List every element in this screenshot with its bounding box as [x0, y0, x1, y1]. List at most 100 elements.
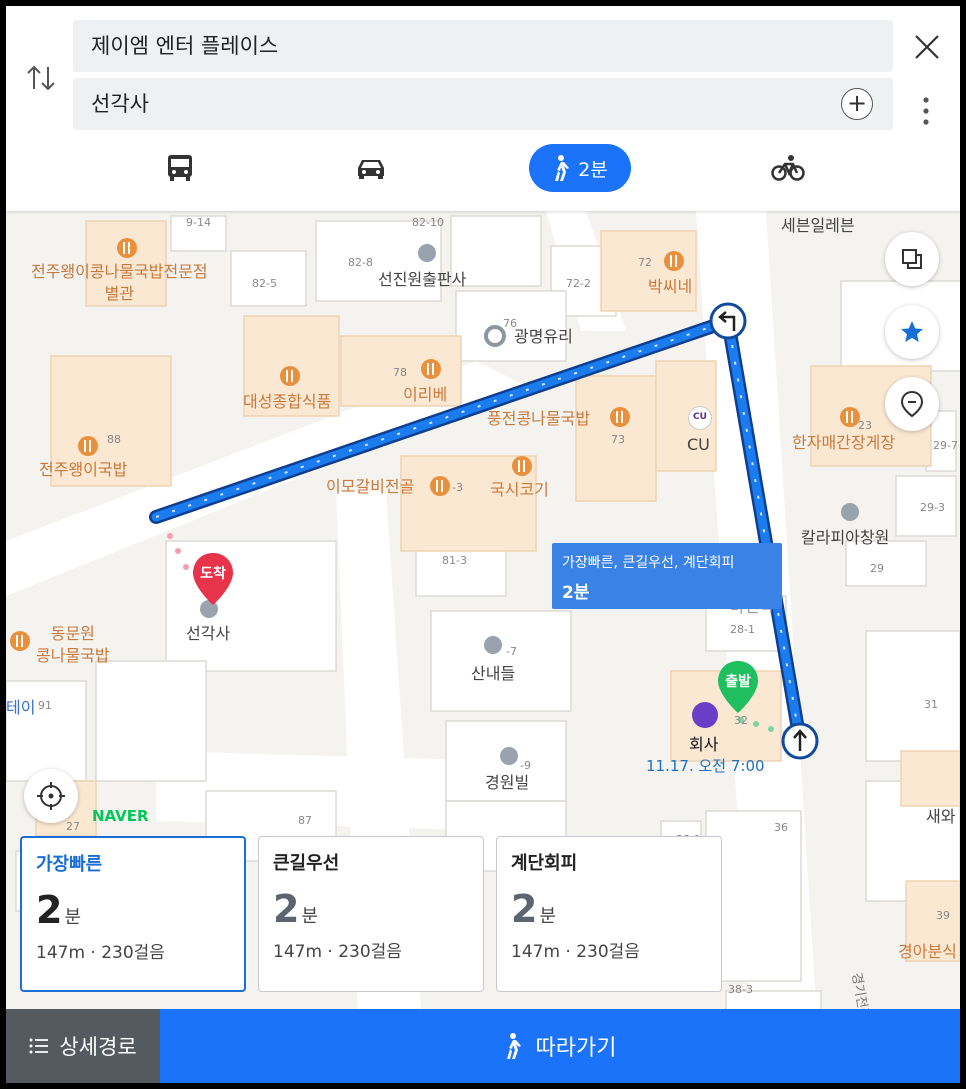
- building-number: 36: [774, 821, 788, 834]
- poi-label[interactable]: 전주왱이콩나물국밥전문점 별관: [31, 261, 208, 305]
- building-number: 28-1: [730, 623, 755, 636]
- route-distance: 147m · 230걸음: [511, 942, 640, 962]
- building-number: 29: [870, 562, 884, 575]
- building-icon: [841, 503, 859, 521]
- company-icon: [692, 702, 718, 728]
- my-location-button[interactable]: [24, 769, 78, 823]
- tooltip-duration: 2분: [562, 583, 590, 603]
- building-number: -7: [506, 645, 517, 658]
- bottom-action-bar: 상세경로 따라가기: [6, 1009, 960, 1083]
- tab-car[interactable]: [349, 144, 393, 192]
- car-icon: [358, 160, 384, 179]
- building-number: 72-2: [566, 277, 591, 290]
- destination-marker[interactable]: 도착: [191, 551, 235, 607]
- tab-bike[interactable]: [766, 144, 810, 192]
- restaurant-icon: [610, 407, 630, 427]
- route-duration: 2분: [273, 887, 319, 931]
- poi-label[interactable]: 테이: [6, 697, 35, 719]
- destination-field[interactable]: 선각사 +: [73, 78, 893, 130]
- depart-time-label: 11.17. 오전 7:00: [646, 757, 765, 775]
- poi-label[interactable]: 산내들: [471, 663, 515, 685]
- route-tooltip[interactable]: 가장빠른, 큰길우선, 계단회피 2분: [552, 543, 782, 609]
- poi-label[interactable]: 칼라피아창원: [801, 527, 889, 549]
- route-duration: 2분: [511, 887, 557, 931]
- poi-label[interactable]: 경아분식: [898, 941, 957, 963]
- layers-button[interactable]: [885, 232, 939, 286]
- poi-label[interactable]: 한자매간장게장: [792, 432, 895, 454]
- follow-route-button[interactable]: 따라가기: [160, 1009, 960, 1083]
- building-number: 38-3: [728, 983, 753, 996]
- bus-icon: [168, 155, 192, 181]
- poi-label[interactable]: 세븐일레븐: [781, 215, 855, 237]
- route-duration: 2분: [36, 888, 82, 932]
- tab-transit[interactable]: [158, 144, 202, 192]
- start-marker[interactable]: 출발: [716, 659, 760, 715]
- building-number: 27: [66, 820, 80, 833]
- add-waypoint-button[interactable]: +: [841, 88, 873, 120]
- route-distance: 147m · 230걸음: [36, 943, 165, 963]
- start-location-field[interactable]: 제이엠 엔터 플레이스: [73, 20, 893, 72]
- route-detail-label: 상세경로: [59, 1035, 137, 1059]
- naver-logo: NAVER: [92, 807, 149, 825]
- route-card-avoid-stairs[interactable]: 계단회피 2분 147m · 230걸음: [496, 836, 722, 992]
- restaurant-icon: [512, 456, 532, 476]
- destination-text: 선각사: [91, 92, 149, 116]
- poi-label[interactable]: 이모갈비전골: [326, 476, 414, 498]
- layers-icon: [902, 249, 922, 269]
- building-number: 87: [298, 814, 312, 827]
- poi-label[interactable]: 광명유리: [514, 326, 573, 348]
- building-number: 23: [858, 419, 872, 432]
- walk-icon: [506, 1033, 521, 1059]
- building-number: 88: [107, 433, 121, 446]
- route-distance: 147m · 230걸음: [273, 942, 402, 962]
- poi-label[interactable]: 회사: [689, 734, 718, 756]
- poi-label[interactable]: 새와: [926, 806, 955, 828]
- route-search-header: 제이엠 엔터 플레이스 선각사 + 2분: [6, 6, 960, 211]
- location-pin-button[interactable]: [885, 377, 939, 431]
- crosshair-icon: [37, 782, 65, 810]
- building-number: 9-14: [186, 216, 211, 229]
- convenience-store-icon: CU: [688, 406, 712, 430]
- walk-time-label: 2분: [578, 158, 608, 181]
- building-number: 82-10: [412, 216, 444, 229]
- building-number: 29-7: [933, 439, 958, 452]
- poi-label[interactable]: 선각사: [186, 623, 230, 645]
- building-icon: [418, 244, 436, 262]
- building-number: 31: [924, 698, 938, 711]
- poi-label[interactable]: 박씨네: [648, 276, 692, 298]
- swap-direction-icon[interactable]: [24, 61, 58, 95]
- tab-walk[interactable]: 2분: [529, 144, 631, 192]
- list-icon: [29, 1038, 49, 1054]
- route-card-fastest[interactable]: 가장빠른 2분 147m · 230걸음: [20, 836, 246, 992]
- building-number: 91: [38, 699, 52, 712]
- favorite-button[interactable]: [885, 305, 939, 359]
- house-icon: [484, 636, 502, 654]
- poi-label[interactable]: 국시코기: [490, 479, 549, 501]
- restaurant-icon: [117, 238, 137, 258]
- building-number: -3: [452, 481, 463, 494]
- poi-label[interactable]: 전주왱이국밥: [39, 459, 127, 481]
- route-detail-button[interactable]: 상세경로: [6, 1009, 160, 1083]
- restaurant-icon: [430, 476, 450, 496]
- house-icon: [500, 747, 518, 765]
- more-options-icon[interactable]: [916, 94, 936, 128]
- start-location-text: 제이엠 엔터 플레이스: [91, 34, 279, 58]
- poi-label[interactable]: 동문원 콩나물국밥: [36, 623, 110, 667]
- location-pin-icon: [900, 390, 924, 418]
- poi-label[interactable]: 경원빌: [485, 772, 529, 794]
- bike-icon: [771, 155, 805, 181]
- poi-label[interactable]: 풍전콩나물국밥: [487, 408, 590, 430]
- route-name: 계단회피: [511, 853, 578, 874]
- poi-label[interactable]: CU: [687, 434, 710, 456]
- poi-label[interactable]: 대성종합식품: [243, 391, 331, 413]
- poi-label[interactable]: 선진원출판사: [378, 269, 466, 291]
- app-frame: 제이엠 엔터 플레이스 선각사 + 2분 CU 전주왱이콩나물국밥전문점 별관 …: [6, 6, 960, 1083]
- poi-label[interactable]: 이리베: [403, 384, 447, 406]
- building-number: 78: [393, 366, 407, 379]
- route-name: 큰길우선: [273, 853, 340, 874]
- route-card-main-road[interactable]: 큰길우선 2분 147m · 230걸음: [258, 836, 484, 992]
- close-icon[interactable]: [912, 32, 942, 62]
- building-number: 76: [503, 317, 517, 330]
- building-number: 72: [638, 256, 652, 269]
- building-number: 81-3: [442, 554, 467, 567]
